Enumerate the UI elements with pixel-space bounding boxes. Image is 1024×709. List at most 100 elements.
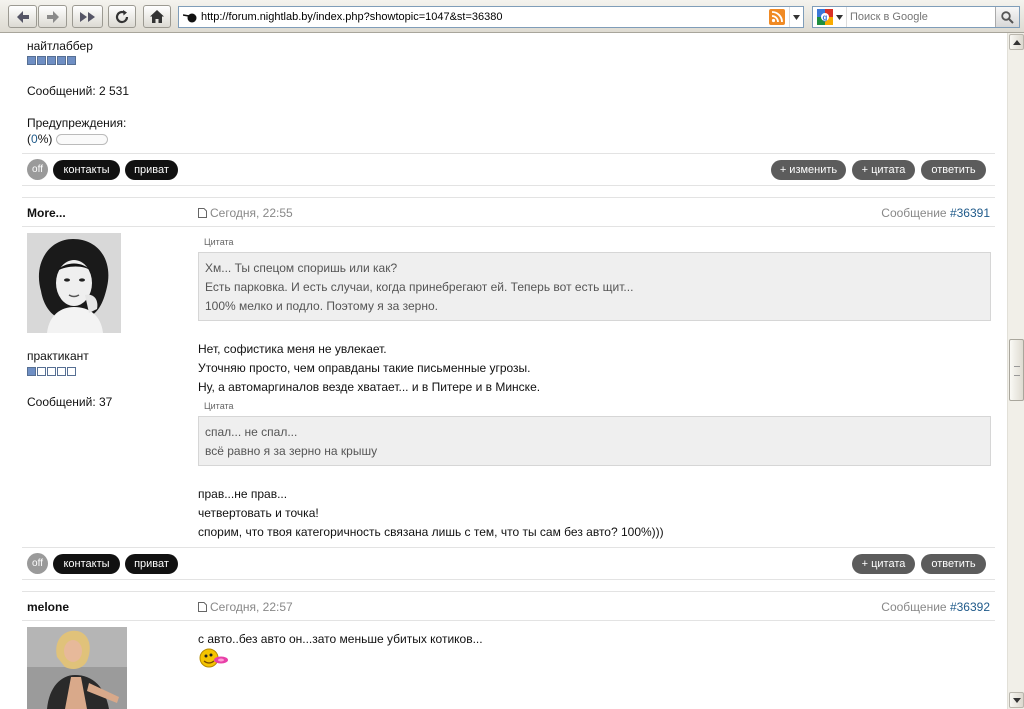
- divider: [22, 591, 995, 592]
- post-number: Сообщение #36392: [881, 600, 990, 614]
- post-date: Сегодня, 22:57: [198, 600, 293, 614]
- forum-page: найтлаббер Сообщений: 2 531 Предупрежден…: [0, 33, 1007, 709]
- private-message-button[interactable]: приват: [125, 160, 178, 180]
- divider: [22, 620, 995, 621]
- contacts-button[interactable]: контакты: [53, 160, 120, 180]
- post-author[interactable]: melone: [27, 600, 69, 614]
- scroll-thumb[interactable]: [1009, 339, 1024, 401]
- rank-star: [57, 367, 66, 376]
- status-offline-badge: off: [27, 159, 48, 180]
- divider: [22, 226, 995, 227]
- smiley-emoticon-icon: [199, 647, 229, 669]
- rank-star: [57, 56, 66, 65]
- arrow-left-icon: [16, 10, 29, 23]
- warnings-link[interactable]: 0: [31, 132, 38, 146]
- chevron-up-icon: [1012, 39, 1021, 45]
- scroll-up-button[interactable]: [1009, 34, 1024, 50]
- forward-button[interactable]: [38, 5, 67, 28]
- rss-feed-icon[interactable]: [769, 9, 785, 25]
- post-text-line: с авто..без авто он...зато меньше убитых…: [198, 632, 483, 646]
- quote-button[interactable]: + цитата: [852, 554, 915, 574]
- divider: [22, 153, 995, 154]
- address-bar[interactable]: http://forum.nightlab.by/index.php?showt…: [178, 6, 804, 28]
- svg-text:g: g: [822, 13, 827, 22]
- reload-icon: [115, 9, 129, 23]
- google-icon: g: [816, 9, 833, 25]
- chevron-down-icon: [835, 14, 843, 20]
- quote-label: Цитата: [204, 401, 234, 411]
- chevron-down-icon: [1012, 697, 1021, 703]
- browser-toolbar: http://forum.nightlab.by/index.php?showt…: [0, 0, 1024, 33]
- vertical-scrollbar[interactable]: [1007, 33, 1024, 709]
- address-text[interactable]: http://forum.nightlab.by/index.php?showt…: [201, 11, 769, 23]
- search-input[interactable]: [847, 11, 995, 23]
- post-text-line: прав...не прав...: [198, 487, 288, 501]
- rank-stars: [27, 56, 76, 65]
- rank-star: [47, 367, 56, 376]
- post-date: Сегодня, 22:55: [198, 206, 293, 220]
- post-text-line: Ну, а автомаргиналов везде хватает... и …: [198, 380, 541, 394]
- post-icon: [198, 602, 207, 612]
- user-avatar[interactable]: [27, 233, 121, 333]
- divider: [22, 579, 995, 580]
- magnifier-icon: [1001, 10, 1014, 24]
- rank-star: [27, 367, 36, 376]
- warnings-value: (0%): [27, 132, 53, 146]
- url-dropdown-button[interactable]: [789, 7, 803, 27]
- quote-line: 100% мелко и подло. Поэтому я за зерно.: [205, 299, 438, 313]
- status-offline-badge: off: [27, 553, 48, 574]
- divider: [22, 547, 995, 548]
- warnings-meter: [56, 134, 108, 145]
- quote-line: Есть парковка. И есть случаи, когда прин…: [205, 280, 634, 294]
- rank-stars: [27, 367, 76, 376]
- user-rank: найтлаббер: [27, 39, 93, 53]
- user-avatar[interactable]: [27, 627, 127, 709]
- post-text-line: Нет, софистика меня не увлекает.: [198, 342, 387, 356]
- contacts-button[interactable]: контакты: [53, 554, 120, 574]
- chevron-down-icon: [793, 14, 800, 20]
- message-count: Сообщений: 2 531: [27, 84, 130, 98]
- reply-button[interactable]: ответить: [921, 554, 986, 574]
- post-icon: [198, 208, 207, 218]
- divider: [22, 197, 995, 198]
- rank-star: [67, 367, 76, 376]
- search-bar: g: [812, 6, 1020, 28]
- site-favicon: [179, 7, 201, 27]
- post-number-link[interactable]: #36392: [950, 600, 990, 614]
- scroll-down-button[interactable]: [1009, 692, 1024, 708]
- search-go-button[interactable]: [995, 7, 1019, 27]
- private-message-button[interactable]: приват: [125, 554, 178, 574]
- quote-block: спал... не спал... всё равно я за зерно …: [198, 416, 991, 466]
- reply-button[interactable]: ответить: [921, 160, 986, 180]
- post-author[interactable]: More...: [27, 206, 66, 220]
- warnings-label: Предупреждения:: [27, 116, 127, 130]
- post-number-link[interactable]: #36391: [950, 206, 990, 220]
- arrow-right-icon: [46, 10, 59, 23]
- rank-star: [47, 56, 56, 65]
- quote-line: всё равно я за зерно на крышу: [205, 444, 378, 458]
- home-icon: [150, 10, 164, 23]
- rank-star: [37, 367, 46, 376]
- post-text-line: спорим, что твоя категоричность связана …: [198, 525, 664, 539]
- quote-line: Хм... Ты спецом споришь или как?: [205, 261, 398, 275]
- quote-button[interactable]: + цитата: [852, 160, 915, 180]
- rank-star: [27, 56, 36, 65]
- double-arrow-icon: [79, 11, 95, 22]
- divider: [22, 185, 995, 186]
- user-rank: практикант: [27, 349, 89, 363]
- search-engine-selector[interactable]: g: [813, 7, 847, 27]
- rank-star: [67, 56, 76, 65]
- reload-button[interactable]: [108, 5, 136, 28]
- back-button[interactable]: [8, 5, 37, 28]
- post-text-line: Уточняю просто, чем оправданы такие пись…: [198, 361, 531, 375]
- quote-line: спал... не спал...: [205, 425, 298, 439]
- rank-star: [37, 56, 46, 65]
- post-number: Сообщение #36391: [881, 206, 990, 220]
- fast-forward-button[interactable]: [72, 5, 103, 28]
- message-count: Сообщений: 37: [27, 395, 113, 409]
- edit-button[interactable]: + изменить: [771, 160, 846, 180]
- post-text-line: четвертовать и точка!: [198, 506, 319, 520]
- home-button[interactable]: [143, 5, 171, 28]
- avatar-image: [27, 627, 127, 709]
- quote-label: Цитата: [204, 237, 234, 247]
